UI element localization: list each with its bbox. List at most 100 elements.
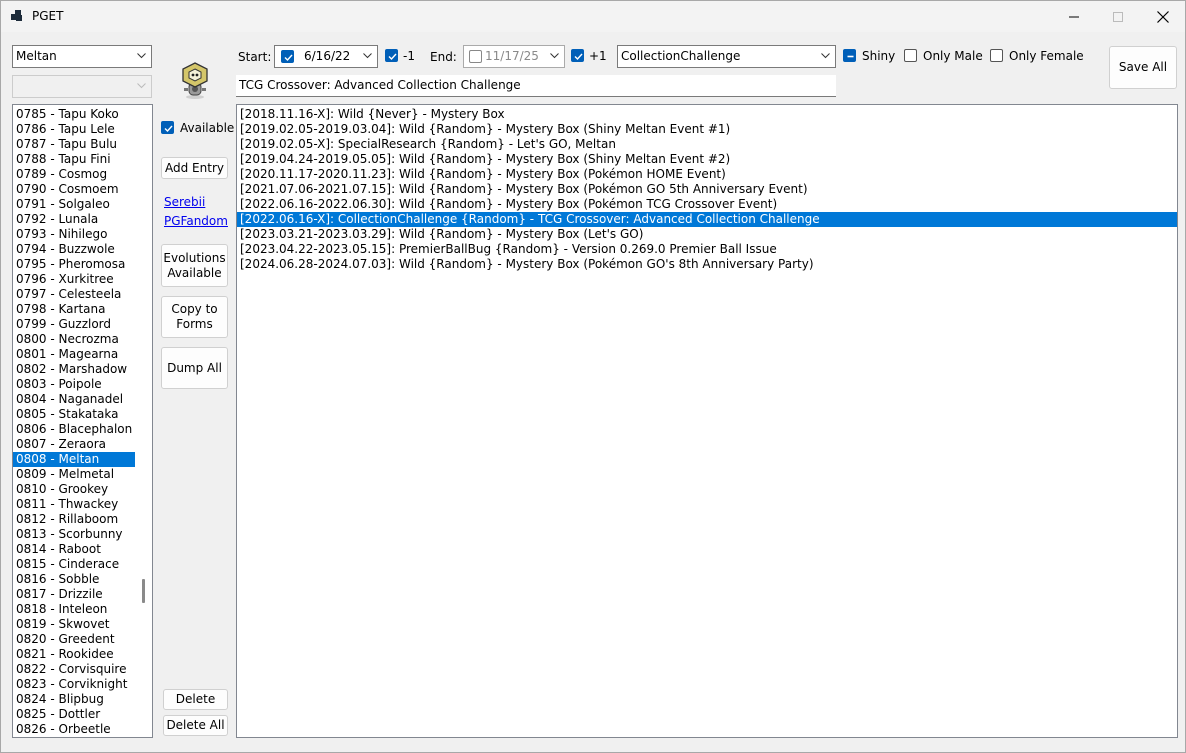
- species-list-item[interactable]: 0795 - Pheromosa: [13, 257, 135, 272]
- entry-list-item[interactable]: [2023.04.22-2023.05.15]: PremierBallBug …: [237, 242, 1177, 257]
- checkmark-icon: [284, 54, 293, 62]
- species-list-item[interactable]: 0806 - Blacephalon: [13, 422, 135, 437]
- species-list-item[interactable]: 0793 - Nihilego: [13, 227, 135, 242]
- meltan-sprite-icon: [178, 61, 212, 101]
- species-list-item[interactable]: 0821 - Rookidee: [13, 647, 135, 662]
- evolutions-available-button[interactable]: Evolutions Available: [161, 244, 228, 287]
- end-date-picker[interactable]: 11/17/25: [463, 45, 565, 68]
- species-list-item[interactable]: 0804 - Naganadel: [13, 392, 135, 407]
- save-all-button[interactable]: Save All: [1109, 46, 1177, 89]
- type-combo[interactable]: CollectionChallenge: [617, 45, 836, 68]
- species-list-item[interactable]: 0812 - Rillaboom: [13, 512, 135, 527]
- entry-list-item[interactable]: [2021.07.06-2021.07.15]: Wild {Random} -…: [237, 182, 1177, 197]
- entry-list-item[interactable]: [2019.02.05-2019.03.04]: Wild {Random} -…: [237, 122, 1177, 137]
- species-list-item[interactable]: 0803 - Poipole: [13, 377, 135, 392]
- species-combo-value: Meltan: [16, 49, 57, 63]
- entry-list-item[interactable]: [2019.04.24-2019.05.05]: Wild {Random} -…: [237, 152, 1177, 167]
- add-entry-label: Add Entry: [165, 160, 224, 175]
- app-icon: [11, 10, 23, 22]
- species-list-item[interactable]: 0807 - Zeraora: [13, 437, 135, 452]
- dump-all-label: Dump All: [167, 360, 222, 375]
- species-list-item[interactable]: 0815 - Cinderace: [13, 557, 135, 572]
- copy-label-line1: Copy to: [171, 302, 218, 316]
- species-list-item[interactable]: 0797 - Celesteela: [13, 287, 135, 302]
- species-list-item[interactable]: 0808 - Meltan: [13, 452, 135, 467]
- species-list-item[interactable]: 0786 - Tapu Lele: [13, 122, 135, 137]
- plus-one-checkbox[interactable]: [571, 49, 584, 62]
- entries-list-items: [2018.11.16-X]: Wild {Never} - Mystery B…: [237, 105, 1177, 272]
- species-list-item[interactable]: 0790 - Cosmoem: [13, 182, 135, 197]
- close-button[interactable]: [1140, 1, 1186, 32]
- dump-all-button[interactable]: Dump All: [161, 347, 228, 389]
- end-date-checkbox[interactable]: [469, 50, 482, 63]
- available-checkbox[interactable]: [161, 121, 174, 134]
- species-list-item[interactable]: 0800 - Necrozma: [13, 332, 135, 347]
- species-list-item[interactable]: 0809 - Melmetal: [13, 467, 135, 482]
- species-list-item[interactable]: 0811 - Thwackey: [13, 497, 135, 512]
- species-list[interactable]: 0785 - Tapu Koko 0786 - Tapu Lele 0787 - T…: [12, 104, 153, 738]
- species-list-item[interactable]: 0794 - Buzzwole: [13, 242, 135, 257]
- species-list-item[interactable]: 0801 - Magearna: [13, 347, 135, 362]
- species-list-item[interactable]: 0785 - Tapu Koko: [13, 107, 135, 122]
- species-list-item[interactable]: 0820 - Greedent: [13, 632, 135, 647]
- delete-all-button[interactable]: Delete All: [163, 715, 228, 736]
- species-list-item[interactable]: 0817 - Drizzile: [13, 587, 135, 602]
- species-combo[interactable]: Meltan: [12, 45, 152, 68]
- minimize-button[interactable]: [1051, 1, 1097, 32]
- species-list-item[interactable]: 0825 - Dottler: [13, 707, 135, 722]
- entry-list-item[interactable]: [2018.11.16-X]: Wild {Never} - Mystery B…: [237, 107, 1177, 122]
- species-list-item[interactable]: 0788 - Tapu Fini: [13, 152, 135, 167]
- add-entry-button[interactable]: Add Entry: [161, 157, 228, 179]
- entries-list[interactable]: [2018.11.16-X]: Wild {Never} - Mystery B…: [236, 104, 1178, 738]
- entry-list-item[interactable]: [2022.06.16-2022.06.30]: Wild {Random} -…: [237, 197, 1177, 212]
- chevron-down-icon: [137, 53, 146, 59]
- species-list-item[interactable]: 0792 - Lunala: [13, 212, 135, 227]
- chevron-down-icon: [363, 53, 372, 59]
- species-list-item[interactable]: 0787 - Tapu Bulu: [13, 137, 135, 152]
- species-list-item[interactable]: 0824 - Blipbug: [13, 692, 135, 707]
- copy-to-forms-button[interactable]: Copy to Forms: [161, 296, 228, 338]
- entry-list-item[interactable]: [2024.06.28-2024.07.03]: Wild {Random} -…: [237, 257, 1177, 272]
- species-list-item[interactable]: 0818 - Inteleon: [13, 602, 135, 617]
- species-list-item[interactable]: 0802 - Marshadow: [13, 362, 135, 377]
- serebii-link[interactable]: Serebii: [164, 195, 205, 209]
- title-bar: PGET: [1, 1, 1185, 32]
- event-name-field[interactable]: TCG Crossover: Advanced Collection Chall…: [236, 75, 836, 97]
- species-list-item[interactable]: 0823 - Corviknight: [13, 677, 135, 692]
- minus-one-label: -1: [403, 49, 415, 63]
- species-list-scrollbar[interactable]: [142, 579, 145, 603]
- entry-list-item[interactable]: [2023.03.21-2023.03.29]: Wild {Random} -…: [237, 227, 1177, 242]
- species-list-item[interactable]: 0814 - Raboot: [13, 542, 135, 557]
- species-list-item[interactable]: 0826 - Orbeetle: [13, 722, 135, 737]
- chevron-down-icon: [821, 53, 830, 59]
- shiny-checkbox[interactable]: [843, 49, 856, 62]
- species-list-item[interactable]: 0813 - Scorbunny: [13, 527, 135, 542]
- only-female-checkbox[interactable]: [990, 49, 1003, 62]
- species-list-item[interactable]: 0819 - Skwovet: [13, 617, 135, 632]
- species-list-item[interactable]: 0798 - Kartana: [13, 302, 135, 317]
- entry-list-item[interactable]: [2022.06.16-X]: CollectionChallenge {Ran…: [237, 212, 1177, 227]
- species-list-item[interactable]: 0805 - Stakataka: [13, 407, 135, 422]
- start-date-checkbox[interactable]: [281, 50, 294, 63]
- shiny-label: Shiny: [862, 49, 896, 63]
- plus-one-label: +1: [589, 49, 607, 63]
- species-list-item[interactable]: 0789 - Cosmog: [13, 167, 135, 182]
- only-male-checkbox[interactable]: [904, 49, 917, 62]
- entry-list-item[interactable]: [2020.11.17-2020.11.23]: Wild {Random} -…: [237, 167, 1177, 182]
- minimize-icon: [1069, 16, 1079, 17]
- species-list-item[interactable]: 0799 - Guzzlord: [13, 317, 135, 332]
- chevron-down-icon: [137, 83, 146, 89]
- species-list-item[interactable]: 0816 - Sobble: [13, 572, 135, 587]
- start-date-value: 6/16/22: [304, 49, 351, 63]
- main-window: PGET Meltan 0785 - Tapu Koko 0786 - Tapu …: [0, 0, 1186, 753]
- minus-one-checkbox[interactable]: [385, 49, 398, 62]
- start-date-picker[interactable]: 6/16/22: [274, 45, 378, 68]
- species-list-item[interactable]: 0822 - Corvisquire: [13, 662, 135, 677]
- entry-list-item[interactable]: [2019.02.05-X]: SpecialResearch {Random}…: [237, 137, 1177, 152]
- species-list-item[interactable]: 0810 - Grookey: [13, 482, 135, 497]
- maximize-button: [1095, 1, 1141, 32]
- species-list-item[interactable]: 0796 - Xurkitree: [13, 272, 135, 287]
- species-list-item[interactable]: 0791 - Solgaleo: [13, 197, 135, 212]
- delete-button[interactable]: Delete: [163, 689, 228, 710]
- pgfandom-link[interactable]: PGFandom: [164, 214, 228, 228]
